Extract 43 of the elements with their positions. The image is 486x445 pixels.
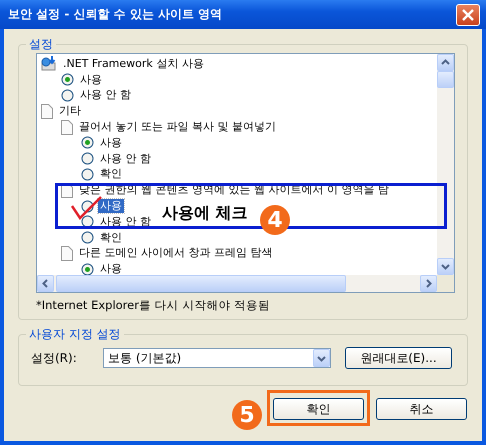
setting-label: .NET Framework 설치 사용	[62, 56, 205, 71]
scroll-thumb[interactable]	[437, 71, 454, 88]
option-label[interactable]: 사용	[78, 72, 104, 87]
radio-button[interactable]	[81, 152, 94, 166]
window-title: 보안 설정 - 신뢰할 수 있는 사이트 영역	[8, 6, 222, 23]
group-legend: 설정	[26, 36, 56, 53]
setting-label: 기타	[58, 104, 82, 118]
level-dropdown[interactable]: 보통 (기본값)	[103, 348, 331, 368]
radio-button[interactable]	[81, 262, 94, 275]
radio-button[interactable]	[61, 88, 74, 102]
radio-button[interactable]	[81, 136, 94, 150]
option-label[interactable]: 사용	[98, 262, 124, 275]
annotation-text: 사용에 체크	[162, 203, 248, 224]
cancel-button[interactable]: 취소	[376, 398, 467, 420]
setting-label: 설정(R):	[31, 350, 78, 366]
setting-label: 끌어서 놓기 또는 파일 복사 및 붙여넣기	[78, 120, 277, 134]
check-mark-icon	[70, 196, 102, 220]
radio-button[interactable]	[81, 168, 94, 181]
option-label[interactable]: 사용 안 함	[78, 88, 133, 102]
group-legend: 사용자 지정 설정	[26, 326, 124, 343]
option-label[interactable]: 확인	[98, 230, 124, 245]
document-icon	[41, 104, 53, 119]
option-label[interactable]: 사용	[98, 199, 124, 214]
scrollbar-corner	[437, 275, 454, 292]
scroll-left-icon[interactable]	[41, 279, 50, 288]
option-label[interactable]: 확인	[98, 167, 124, 182]
setting-label: 다른 도메인 사이에서 창과 프레임 탐색	[78, 246, 274, 260]
restart-note: *Internet Explorer를 다시 시작해야 적용됨	[36, 298, 271, 313]
document-icon	[61, 120, 73, 135]
close-icon	[462, 8, 474, 20]
reset-button[interactable]: 원래대로(E)...	[345, 347, 452, 369]
option-label[interactable]: 사용 안 함	[98, 152, 153, 166]
ok-button[interactable]: 확인	[273, 398, 364, 420]
scroll-up-icon[interactable]	[441, 58, 450, 67]
globe-download-icon	[41, 56, 57, 72]
option-label[interactable]: 사용	[98, 136, 124, 150]
radio-button[interactable]	[61, 73, 74, 86]
close-button[interactable]	[456, 4, 480, 26]
scroll-thumb[interactable]	[56, 275, 346, 292]
scroll-down-icon[interactable]	[441, 262, 450, 271]
document-icon	[61, 246, 73, 261]
radio-button[interactable]	[81, 231, 94, 244]
scroll-right-icon[interactable]	[424, 279, 433, 288]
